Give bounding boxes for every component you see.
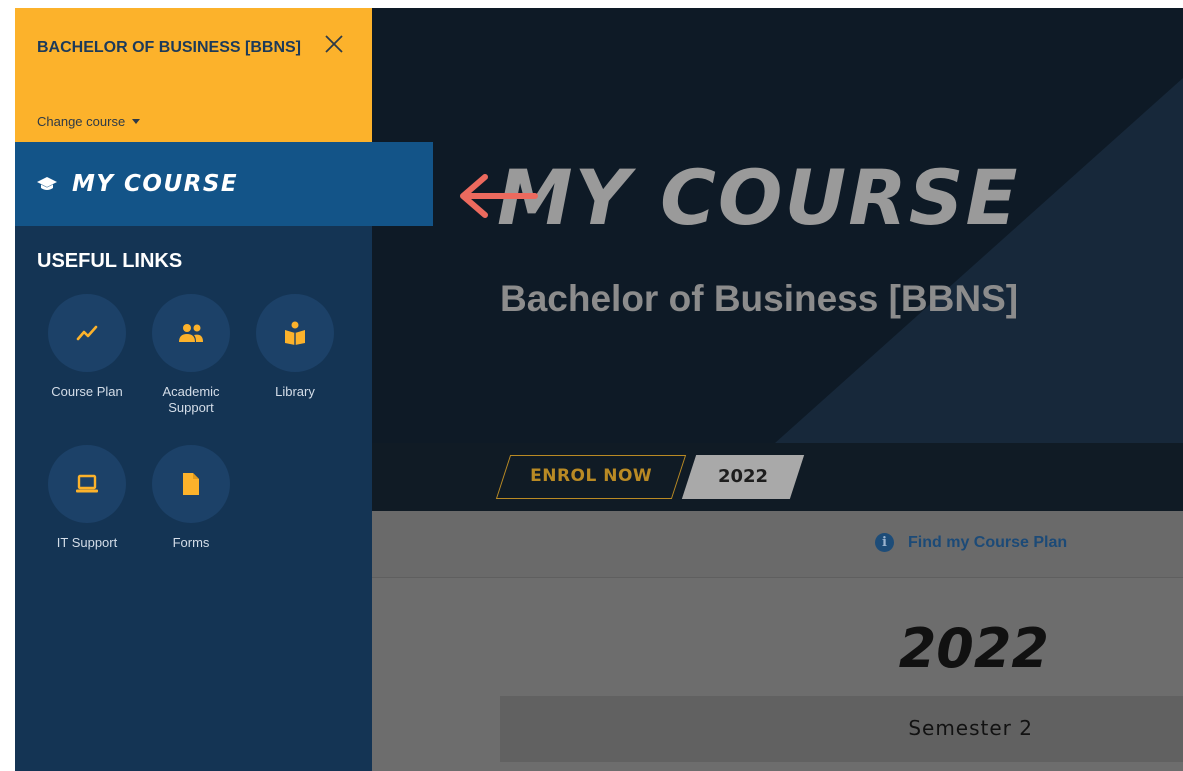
year-heading: 2022 (898, 617, 1049, 680)
useful-links-heading: USEFUL LINKS (37, 250, 183, 272)
semester-label: Semester 2 (908, 716, 1033, 740)
enrol-now-label: ENROL NOW (530, 466, 653, 486)
link-course-plan-label: Course Plan (51, 384, 123, 399)
link-academic-support[interactable]: Academic Support (139, 294, 243, 417)
my-course-button[interactable]: MY COURSE (15, 142, 433, 226)
change-course-label: Change course (37, 114, 126, 129)
link-it-support-label: IT Support (56, 535, 118, 550)
year-tab[interactable]: 2022 (681, 455, 805, 499)
info-icon: i (875, 533, 894, 552)
book-reader-icon (285, 321, 305, 345)
link-it-support-circle (48, 445, 126, 523)
link-forms-label: Forms (172, 535, 210, 550)
app-frame: MY COURSE Bachelor of Business [BBNS] EN… (15, 8, 1183, 771)
people-icon (179, 324, 203, 342)
find-course-plan-link[interactable]: i Find my Course Plan (875, 533, 1067, 552)
link-forms[interactable]: Forms (139, 445, 243, 551)
hero-subtitle: Bachelor of Business [BBNS] (500, 278, 1019, 319)
link-it-support[interactable]: IT Support (35, 445, 139, 551)
laptop-icon (76, 474, 98, 493)
hero-title: MY COURSE (497, 153, 1020, 242)
my-course-label: MY COURSE (72, 171, 239, 197)
link-library[interactable]: Library (243, 294, 347, 400)
change-course-dropdown[interactable]: Change course (37, 114, 141, 129)
find-course-plan-label: Find my Course Plan (908, 533, 1068, 551)
link-course-plan-circle (48, 294, 126, 372)
course-plan-chart-icon (76, 325, 98, 341)
close-icon[interactable] (320, 30, 348, 58)
link-forms-circle (152, 445, 230, 523)
link-library-label: Library (275, 384, 315, 399)
chevron-down-icon (132, 119, 141, 124)
link-library-circle (256, 294, 334, 372)
link-course-plan[interactable]: Course Plan (35, 294, 139, 400)
course-name: BACHELOR OF BUSINESS [BBNS] (37, 39, 302, 56)
enrol-now-button[interactable]: ENROL NOW (495, 455, 687, 499)
document-icon (183, 473, 199, 495)
sidebar-header: BACHELOR OF BUSINESS [BBNS] Change cours… (15, 8, 372, 142)
link-academic-support-label: Academic Support (162, 384, 220, 416)
arrow-left-icon (460, 174, 538, 218)
link-academic-support-circle (152, 294, 230, 372)
year-tab-label: 2022 (717, 466, 769, 487)
sidebar-drawer: BACHELOR OF BUSINESS [BBNS] Change cours… (15, 8, 372, 771)
semester-row[interactable] (500, 696, 1183, 762)
graduation-cap-icon (37, 177, 57, 190)
